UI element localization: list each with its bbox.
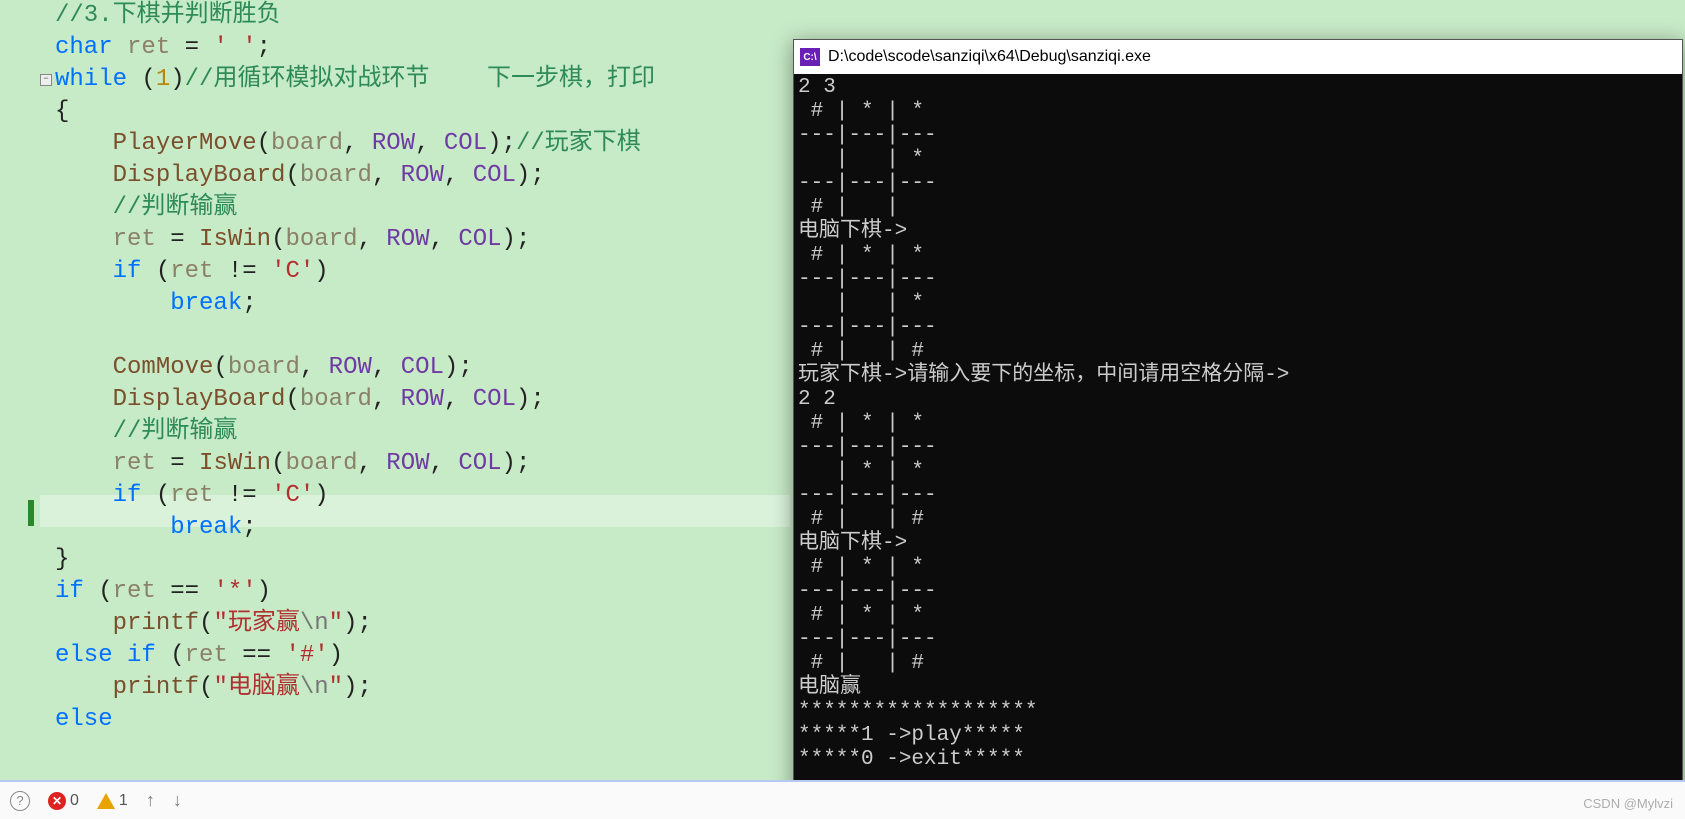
collapse-icon[interactable]: − xyxy=(40,74,52,86)
console-title-text: D:\code\scode\sanziqi\x64\Debug\sanziqi.… xyxy=(828,48,1151,66)
watermark: CSDN @Mylvzi xyxy=(1583,796,1673,811)
console-icon: C:\ xyxy=(800,48,820,66)
status-bar: ? ✕0 1 ↑ ↓ xyxy=(0,780,1685,819)
keyword: char xyxy=(55,34,113,61)
error-icon: ✕ xyxy=(48,792,66,810)
console-output[interactable]: 2 3 # | * | * ---|---|--- | | * ---|---|… xyxy=(794,74,1682,774)
warnings-badge[interactable]: 1 xyxy=(97,792,128,810)
console-window: C:\ D:\code\scode\sanziqi\x64\Debug\sanz… xyxy=(793,39,1683,804)
warning-icon xyxy=(97,793,115,809)
identifier: ret xyxy=(127,34,170,61)
gutter: − xyxy=(0,0,55,780)
errors-badge[interactable]: ✕0 xyxy=(48,792,79,810)
console-titlebar[interactable]: C:\ D:\code\scode\sanziqi\x64\Debug\sanz… xyxy=(794,40,1682,74)
code-content[interactable]: //3.下棋并判断胜负 char ret = ' '; while (1)//用… xyxy=(55,0,655,736)
comment: //3.下棋并判断胜负 xyxy=(55,2,281,29)
change-marker xyxy=(28,500,34,526)
help-icon[interactable]: ? xyxy=(10,791,30,811)
up-arrow-icon[interactable]: ↑ xyxy=(146,790,155,811)
down-arrow-icon[interactable]: ↓ xyxy=(173,790,182,811)
